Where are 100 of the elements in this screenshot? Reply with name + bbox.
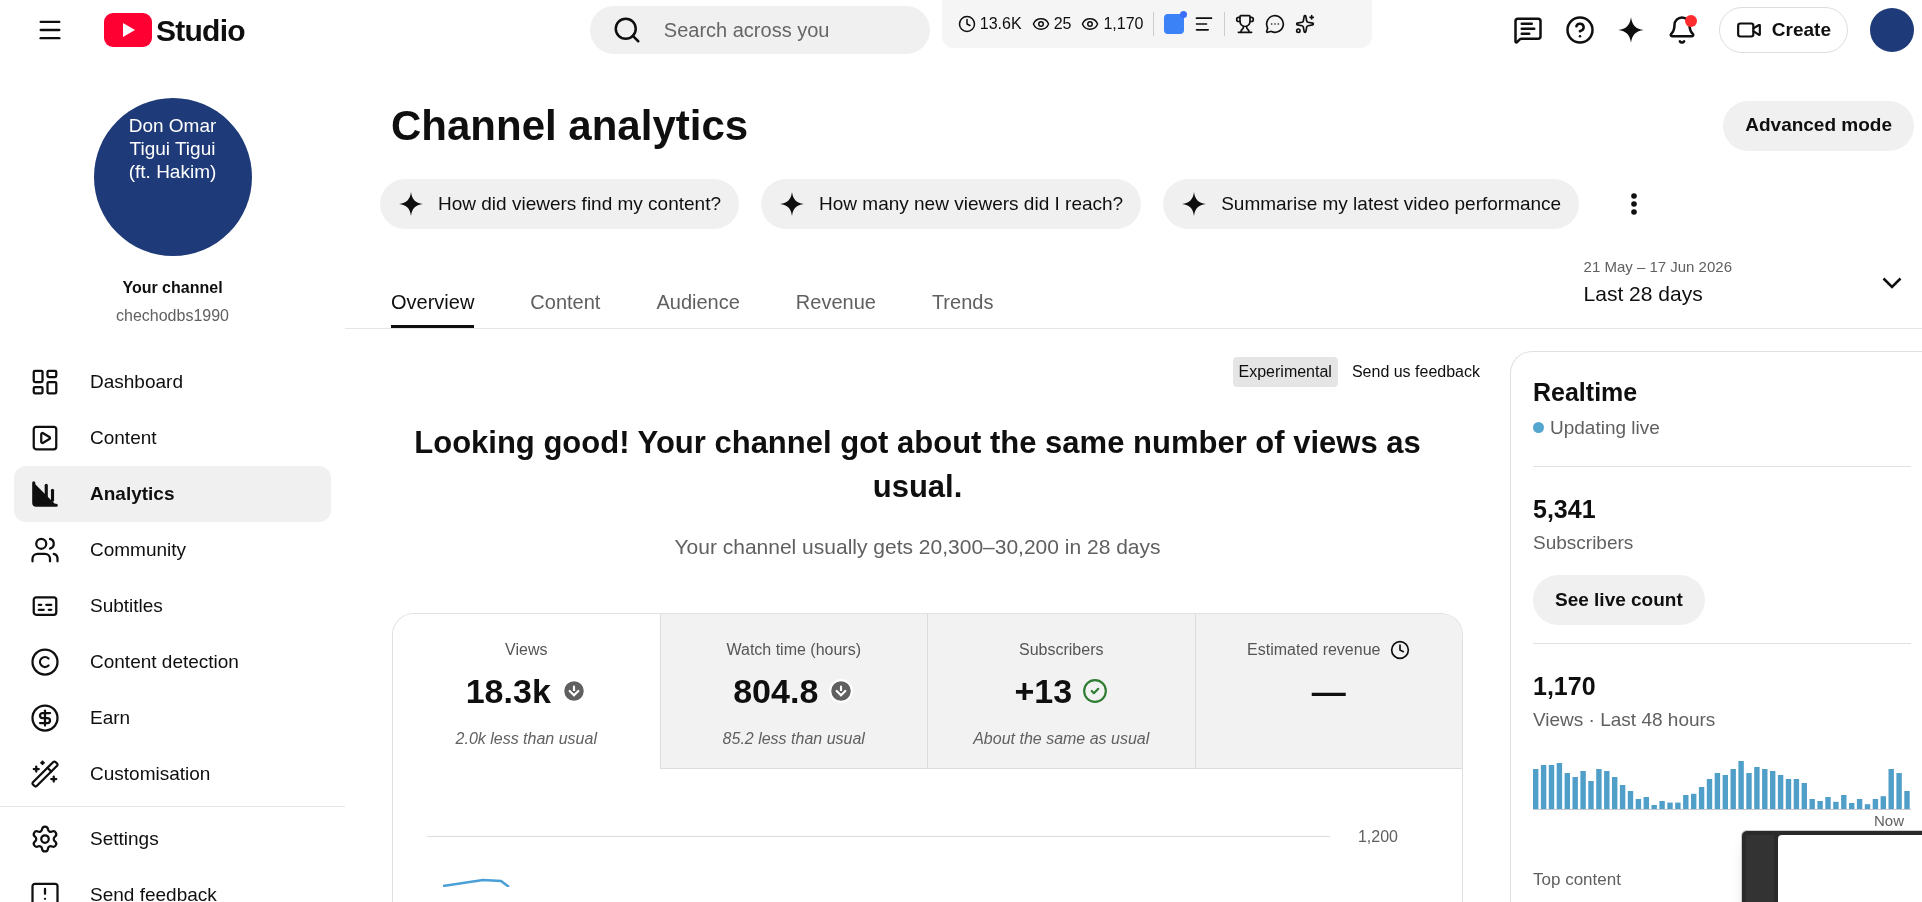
metric-tab[interactable]: Subscribers +13 About the same as usual [927, 613, 1195, 769]
sidebar-item[interactable]: Content [14, 410, 331, 466]
bar [1675, 802, 1681, 809]
bar [1896, 773, 1902, 809]
bar [1683, 795, 1689, 809]
sidebar-item[interactable]: Customisation [14, 746, 331, 802]
nav-icon [30, 535, 60, 565]
date-range-dates: 21 May – 17 Jun 2026 [1583, 256, 1732, 277]
metric-note: About the same as usual [973, 728, 1150, 749]
logo-text: Studio [156, 12, 245, 49]
bar [1604, 771, 1610, 809]
sidebar-item[interactable]: Dashboard [14, 354, 331, 410]
bar [1888, 769, 1894, 809]
chat-icon[interactable] [1265, 14, 1286, 34]
date-range-dropdown[interactable]: 21 May – 17 Jun 2026 Last 28 days [1583, 255, 1902, 310]
axis-label: 1,200 [1357, 826, 1398, 847]
bar [1817, 801, 1823, 809]
suggestion-chip[interactable]: How did viewers find my content? [380, 179, 739, 229]
metric-value: — [1311, 670, 1346, 712]
date-range-label: Last 28 days [1583, 281, 1704, 307]
bar [1588, 781, 1594, 809]
help-icon[interactable] [1564, 15, 1595, 45]
feedback-link[interactable]: Send us feedback [1351, 360, 1480, 384]
check-circle-icon [1082, 678, 1109, 704]
nav-icon [30, 367, 60, 397]
bar [1762, 769, 1768, 809]
experimental-badge: Experimental [1232, 357, 1338, 387]
eye-icon [1081, 15, 1100, 33]
sidebar-item[interactable]: Community [14, 522, 331, 578]
metric-value: 18.3k [465, 670, 551, 712]
nav-icon [30, 703, 60, 733]
bar [1596, 769, 1602, 809]
comment-icon[interactable] [1512, 15, 1543, 45]
metric-note: 85.2 less than usual [722, 728, 865, 749]
metric-value: 804.8 [733, 670, 819, 712]
tab[interactable]: Content [530, 278, 601, 328]
sparkle-icon [398, 191, 424, 217]
top-content-label: Top content [1533, 868, 1622, 891]
tab[interactable]: Trends [931, 278, 994, 328]
bar [1730, 769, 1736, 809]
suggestion-chip[interactable]: Summarise my latest video performance [1163, 179, 1580, 229]
sidebar-item[interactable]: Settings [14, 811, 331, 867]
advanced-mode-button[interactable]: Advanced mode [1723, 100, 1914, 151]
sparkle-icon [779, 191, 805, 217]
sidebar-item[interactable]: Content detection [14, 634, 331, 690]
bar [1580, 771, 1586, 809]
subscribers-label: Subscribers [1533, 530, 1635, 555]
avatar-text: Don Omar Tigui Tigui (ft. Hakim) [127, 114, 218, 184]
headline: Looking good! Your channel got about the same number of views as usual. [413, 424, 1422, 506]
tab[interactable]: Overview [391, 278, 475, 328]
metric-label: Views [505, 639, 548, 660]
chart-end-label: Now [1874, 811, 1904, 831]
bar [1572, 777, 1578, 809]
channel-avatar[interactable]: Don Omar Tigui Tigui (ft. Hakim) [93, 98, 252, 256]
metric-label: Watch time (hours) [726, 639, 861, 660]
page-title: Channel analytics [391, 101, 749, 151]
list-icon[interactable] [1194, 14, 1215, 34]
sidebar-item[interactable]: Subtitles [14, 578, 331, 634]
stat-value: 13.6K [979, 14, 1022, 34]
realtime-title: Realtime [1533, 377, 1639, 408]
nav-icon [30, 479, 60, 509]
tab[interactable]: Audience [656, 278, 740, 328]
clock-icon [1390, 639, 1411, 660]
suggestion-chip[interactable]: How many new viewers did I reach? [761, 179, 1142, 229]
sidebar-item[interactable]: Analytics [14, 466, 331, 522]
bar [1754, 767, 1760, 809]
bar [1738, 761, 1744, 809]
channel-title: Your channel [122, 278, 223, 298]
account-avatar[interactable] [1870, 8, 1914, 52]
trophy-icon[interactable] [1235, 14, 1256, 34]
bar [1659, 801, 1665, 809]
see-live-count-button[interactable]: See live count [1533, 575, 1705, 625]
nav-icon [30, 824, 60, 854]
bar [1809, 799, 1815, 809]
clock-icon [957, 15, 976, 33]
stat-value: 25 [1053, 14, 1072, 34]
extension-logo-icon[interactable] [1164, 14, 1185, 34]
metric-note: 2.0k less than usual [455, 728, 597, 749]
headline-subtitle: Your channel usually gets 20,300–30,200 in 28 days [674, 534, 1161, 560]
subscribers-value: 5,341 [1533, 494, 1597, 525]
chevron-down-icon [1882, 276, 1902, 289]
stat-value: 1,170 [1103, 14, 1144, 34]
more-icon [1631, 193, 1638, 215]
views-label: Views · Last 48 hours [1533, 707, 1717, 732]
bar [1825, 797, 1831, 809]
bar [1841, 795, 1847, 809]
nav-icon [30, 880, 60, 902]
sidebar-item[interactable]: Earn [14, 690, 331, 746]
metric-tab[interactable]: Estimated revenue — [1194, 613, 1462, 769]
tab[interactable]: Revenue [795, 278, 876, 328]
bar [1904, 791, 1910, 809]
sidebar-item[interactable]: Send feedback [14, 867, 331, 902]
metric-tab[interactable]: Watch time (hours) 804.8 85.2 less than usual [659, 613, 927, 769]
search-field[interactable]: Search across you [589, 6, 930, 54]
arrow-down-icon [828, 678, 855, 704]
sparkles-icon[interactable] [1295, 14, 1316, 34]
metric-label: Estimated revenue [1247, 639, 1381, 660]
nav-icon [30, 759, 60, 789]
views-value: 1,170 [1533, 671, 1597, 702]
nav-icon [30, 423, 60, 453]
